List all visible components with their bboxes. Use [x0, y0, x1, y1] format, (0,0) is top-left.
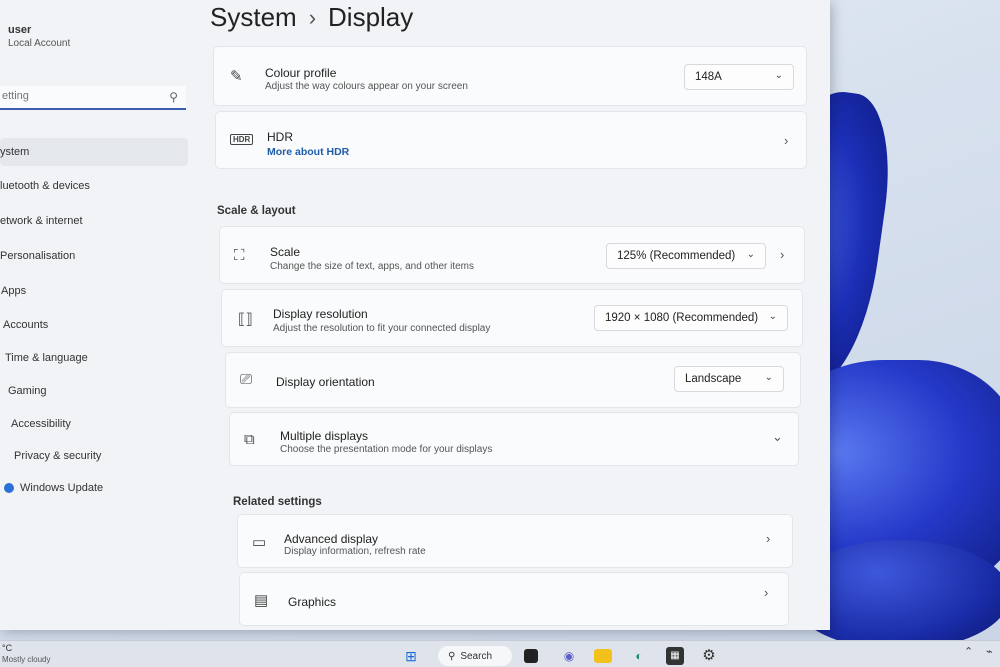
hdr-card[interactable]: HDR HDR More about HDR › — [215, 111, 807, 169]
search-input[interactable] — [0, 86, 150, 106]
sidebar-item-label: etwork & internet — [0, 215, 83, 227]
section-heading-related-settings: Related settings — [233, 496, 322, 508]
user-account-type: Local Account — [8, 38, 71, 49]
sidebar: user Local Account ⚲ ystem luetooth & de… — [0, 0, 200, 630]
chevron-down-icon: ⌄ — [764, 372, 773, 383]
task-view-icon[interactable] — [524, 649, 538, 663]
sidebar-item-label: Gaming — [8, 385, 47, 397]
sidebar-item-label: Time & language — [5, 352, 88, 364]
sidebar-item-privacy-security[interactable]: Privacy & security — [14, 442, 101, 470]
chevron-down-icon: ⌄ — [746, 249, 755, 260]
display-orientation-dropdown[interactable]: Landscape ⌄ — [674, 366, 784, 392]
graphics-icon: ▤ — [254, 592, 269, 609]
sidebar-item-label: Personalisation — [0, 250, 76, 262]
pen-icon: ✎ — [230, 68, 243, 85]
display-resolution-subtitle: Adjust the resolution to fit your connec… — [273, 323, 491, 334]
hdr-link[interactable]: More about HDR — [267, 146, 349, 158]
main-content: System › Display ✎ Colour profile Adjust… — [205, 0, 825, 630]
sidebar-item-label: Accessibility — [11, 418, 71, 430]
network-tray-icon[interactable]: ⌁ — [986, 645, 993, 658]
scale-card[interactable]: ⛶ Scale Change the size of text, apps, a… — [219, 226, 805, 284]
update-icon — [4, 483, 14, 493]
weather-description: Mostly cloudy — [2, 655, 51, 664]
windows-start-icon[interactable]: ⊞ — [402, 647, 420, 665]
multiple-displays-subtitle: Choose the presentation mode for your di… — [280, 444, 493, 455]
sidebar-item-accounts[interactable]: Accounts — [3, 311, 48, 339]
taskbar-search-label: Search — [460, 650, 493, 662]
multiple-displays-card[interactable]: ⧉ Multiple displays Choose the presentat… — [229, 412, 799, 466]
scale-value: 125% (Recommended) — [617, 250, 736, 262]
scale-dropdown[interactable]: 125% (Recommended) ⌄ — [606, 243, 766, 269]
multiple-displays-title: Multiple displays — [280, 429, 369, 443]
search-box[interactable]: ⚲ — [0, 86, 186, 110]
advanced-display-subtitle: Display information, refresh rate — [284, 546, 426, 557]
sidebar-item-network[interactable]: etwork & internet — [0, 207, 83, 235]
sidebar-item-accessibility[interactable]: Accessibility — [11, 410, 71, 438]
sidebar-item-time-language[interactable]: Time & language — [5, 344, 88, 372]
advanced-display-title: Advanced display — [284, 532, 379, 546]
store-icon[interactable]: ▦ — [666, 647, 684, 665]
chevron-right-icon: › — [784, 133, 789, 148]
sidebar-item-apps[interactable]: Apps — [1, 277, 26, 305]
chevron-up-icon[interactable]: ⌃ — [964, 645, 973, 658]
taskbar-search-button[interactable]: ⚲ Search — [438, 646, 512, 666]
graphics-card[interactable]: ▤ Graphics › — [239, 572, 789, 626]
display-orientation-value: Landscape — [685, 373, 742, 385]
sidebar-item-bluetooth[interactable]: luetooth & devices — [0, 172, 90, 200]
breadcrumb-separator: › — [308, 4, 317, 30]
teams-chat-icon[interactable]: ◉ — [560, 647, 578, 665]
display-resolution-card[interactable]: ⟦⟧ Display resolution Adjust the resolut… — [221, 289, 803, 347]
display-resolution-title: Display resolution — [273, 307, 368, 321]
display-orientation-card[interactable]: ⎚ Display orientation Landscape ⌄ — [225, 352, 801, 408]
breadcrumb: System › Display — [210, 2, 413, 33]
hdr-icon: HDR — [230, 134, 254, 145]
sidebar-item-label: ystem — [0, 146, 30, 158]
chevron-down-icon: ⌄ — [774, 70, 783, 81]
chevron-right-icon: › — [766, 531, 771, 546]
sidebar-item-label: Privacy & security — [14, 450, 102, 462]
display-orientation-title: Display orientation — [276, 375, 375, 389]
weather-temp[interactable]: °C — [2, 643, 12, 653]
page-title: Display — [328, 2, 414, 32]
chevron-right-icon: › — [764, 585, 769, 600]
sidebar-item-personalisation[interactable]: Personalisation — [0, 242, 75, 270]
taskbar: °C Mostly cloudy ⊞ ⚲ Search ◉ ◐ ▦ ⚙ ⌃ ⌁ — [0, 640, 1000, 667]
settings-window: user Local Account ⚲ ystem luetooth & de… — [0, 0, 830, 630]
hdr-title: HDR — [267, 130, 293, 144]
advanced-display-card[interactable]: ▭ Advanced display Display information, … — [237, 514, 793, 568]
colour-profile-card[interactable]: ✎ Colour profile Adjust the way colours … — [213, 46, 807, 106]
sidebar-item-gaming[interactable]: Gaming — [8, 377, 47, 405]
scale-icon: ⛶ — [234, 247, 245, 264]
graphics-title: Graphics — [288, 595, 337, 609]
sidebar-item-label: Windows Update — [20, 482, 104, 494]
file-explorer-icon[interactable] — [594, 649, 612, 663]
orientation-icon: ⎚ — [240, 371, 253, 388]
resolution-icon: ⟦⟧ — [238, 311, 253, 328]
multiple-displays-icon: ⧉ — [244, 431, 255, 448]
sidebar-item-label: Apps — [1, 285, 27, 297]
colour-profile-value: 148A — [695, 71, 722, 83]
chevron-down-icon[interactable]: ⌄ — [772, 429, 783, 445]
colour-profile-title: Colour profile — [265, 66, 337, 80]
colour-profile-dropdown[interactable]: 148A ⌄ — [684, 64, 794, 90]
user-name: user — [8, 24, 32, 36]
chevron-down-icon: ⌄ — [768, 311, 777, 322]
section-heading-scale-layout: Scale & layout — [217, 205, 296, 217]
search-icon: ⚲ — [448, 650, 456, 662]
sidebar-item-windows-update[interactable]: Windows Update — [4, 474, 103, 502]
search-icon[interactable]: ⚲ — [169, 90, 178, 104]
sidebar-item-system[interactable]: ystem — [0, 138, 188, 166]
breadcrumb-parent[interactable]: System — [210, 2, 297, 33]
edge-icon[interactable]: ◐ — [630, 647, 648, 665]
sidebar-item-label: luetooth & devices — [0, 180, 90, 192]
colour-profile-subtitle: Adjust the way colours appear on your sc… — [265, 81, 468, 92]
scale-title: Scale — [270, 245, 301, 259]
chevron-right-icon[interactable]: › — [780, 247, 784, 262]
monitor-icon: ▭ — [252, 534, 267, 551]
display-resolution-dropdown[interactable]: 1920 × 1080 (Recommended) ⌄ — [594, 305, 788, 331]
settings-icon[interactable]: ⚙ — [700, 647, 718, 665]
display-resolution-value: 1920 × 1080 (Recommended) — [605, 312, 759, 324]
sidebar-item-label: Accounts — [3, 319, 49, 331]
scale-subtitle: Change the size of text, apps, and other… — [270, 261, 475, 272]
